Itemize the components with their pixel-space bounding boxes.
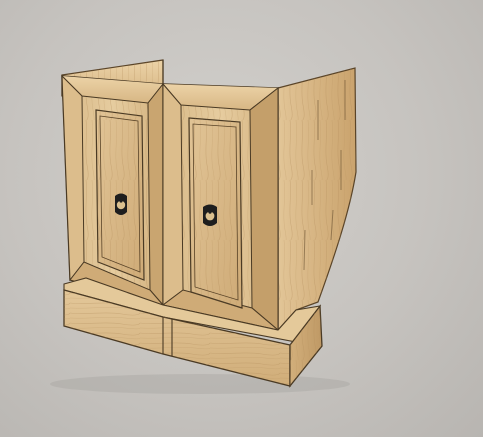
right-door	[161, 82, 279, 332]
cabinet-side-panel	[277, 67, 357, 332]
ring-pull-icon	[203, 204, 217, 226]
render-viewport	[0, 0, 483, 437]
floor-shadow	[50, 374, 350, 394]
left-door	[61, 74, 165, 307]
ring-pull-icon	[115, 193, 127, 215]
cabinet-scene	[50, 59, 357, 394]
